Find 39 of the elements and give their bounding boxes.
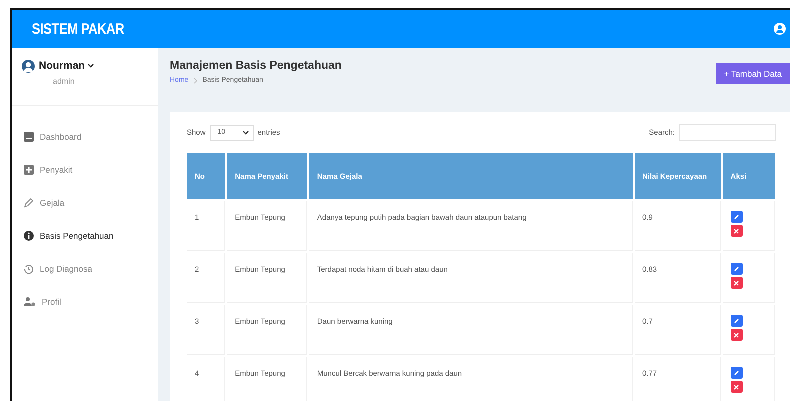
sidebar-item[interactable]: Profil xyxy=(12,285,158,318)
sidebar-item[interactable]: Log Diagnosa xyxy=(12,252,158,285)
search-field[interactable] xyxy=(679,124,776,141)
close-icon xyxy=(734,280,740,286)
sidebar-item[interactable]: Dashboard xyxy=(12,120,158,153)
close-icon xyxy=(734,384,740,390)
edit-button[interactable] xyxy=(730,315,743,327)
chevron-icon xyxy=(194,78,198,84)
user-avatar-icon xyxy=(22,60,35,73)
plus-icon xyxy=(24,164,34,174)
brand-title: SISTEM PAKAR xyxy=(32,20,124,38)
sidebar-item[interactable]: Basis Pengetahuan xyxy=(12,219,158,252)
pencil-icon xyxy=(734,214,740,220)
caret-icon xyxy=(88,64,94,68)
delete-button[interactable] xyxy=(730,329,743,341)
user-name[interactable]: Nourman xyxy=(39,60,94,72)
caret-icon xyxy=(242,130,249,134)
pencil-icon xyxy=(24,198,34,208)
edit-button[interactable] xyxy=(730,367,743,379)
history-icon xyxy=(24,264,34,274)
close-icon xyxy=(734,332,740,338)
page-title: Manajemen Basis Pengetahuan xyxy=(170,60,342,72)
user-role: admin xyxy=(52,77,76,86)
pencil-icon xyxy=(734,370,740,376)
edit-button[interactable] xyxy=(730,211,743,223)
edit-button[interactable] xyxy=(730,263,743,275)
delete-button[interactable] xyxy=(730,381,743,393)
dashboard-icon xyxy=(24,132,34,142)
pencil-icon xyxy=(734,318,740,324)
close-icon xyxy=(734,228,740,234)
pencil-icon xyxy=(734,266,740,272)
sidebar-item[interactable]: Penyakit xyxy=(12,153,158,186)
user-gear-icon xyxy=(24,296,36,306)
delete-button[interactable] xyxy=(730,225,743,237)
sidebar-item[interactable]: Gejala xyxy=(12,186,158,219)
info-icon xyxy=(24,230,34,240)
add-data-button[interactable]: + Tambah Data xyxy=(716,63,790,84)
delete-button[interactable] xyxy=(730,277,743,289)
user-avatar-icon[interactable] xyxy=(774,23,786,35)
